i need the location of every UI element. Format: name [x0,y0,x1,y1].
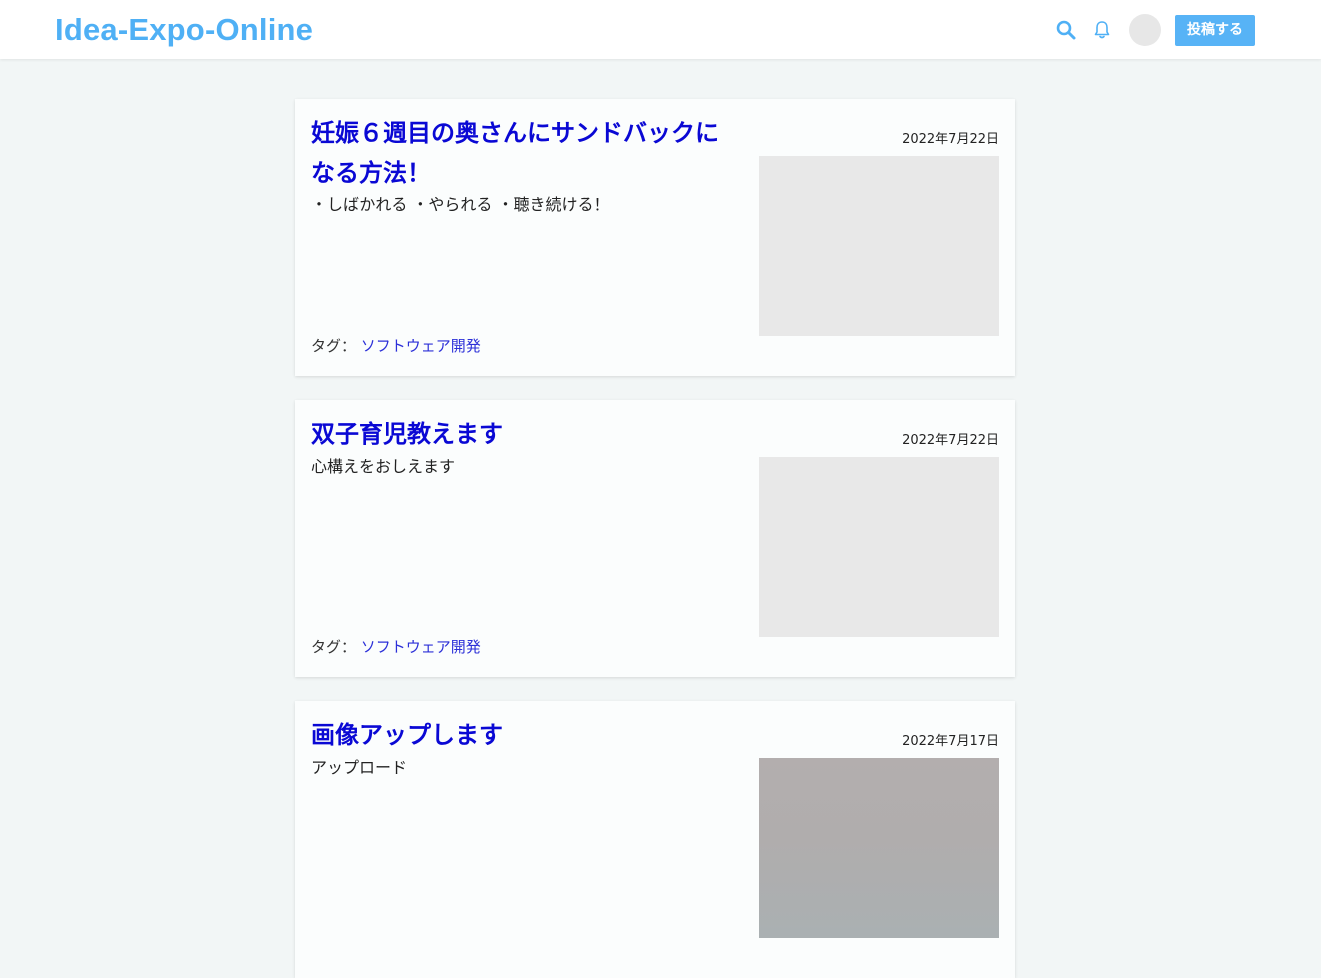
post-date: 2022年7月22日 [902,433,999,448]
search-icon[interactable] [1055,19,1077,41]
post-tags: タグ： ソフトウェア開発 [311,335,481,356]
post-title[interactable]: 妊娠６週目の奥さんにサンドバックになる方法！ [311,113,741,193]
post-description: 心構えをおしえます [311,457,456,476]
tag-label: タグ： [311,638,357,656]
post-thumbnail[interactable] [759,457,999,637]
post-date: 2022年7月17日 [902,734,999,749]
post-description: ・しばかれる ・やられる ・聴き続ける！ [311,195,610,214]
post-button[interactable]: 投稿する [1175,15,1255,46]
post-description: アップロード [311,758,408,777]
tag-label: タグ： [311,337,357,355]
bell-icon[interactable] [1091,19,1113,41]
tag-link[interactable]: ソフトウェア開発 [361,337,481,355]
post-thumbnail[interactable] [759,758,999,938]
post-card: 画像アップします 2022年7月17日 アップロード [295,701,1015,978]
post-date: 2022年7月22日 [902,132,999,147]
post-title[interactable]: 双子育児教えます [311,414,741,454]
site-logo[interactable]: Idea-Expo-Online [55,12,313,48]
post-title[interactable]: 画像アップします [311,715,741,755]
tag-link[interactable]: ソフトウェア開発 [361,638,481,656]
post-tags: タグ： ソフトウェア開発 [311,636,481,657]
top-header: Idea-Expo-Online 投稿する [0,0,1321,59]
post-card: 双子育児教えます 2022年7月22日 心構えをおしえます タグ： ソフトウェア… [295,400,1015,677]
post-thumbnail[interactable] [759,156,999,336]
post-card: 妊娠６週目の奥さんにサンドバックになる方法！ 2022年7月22日 ・しばかれる… [295,99,1015,376]
user-avatar[interactable] [1129,14,1161,46]
